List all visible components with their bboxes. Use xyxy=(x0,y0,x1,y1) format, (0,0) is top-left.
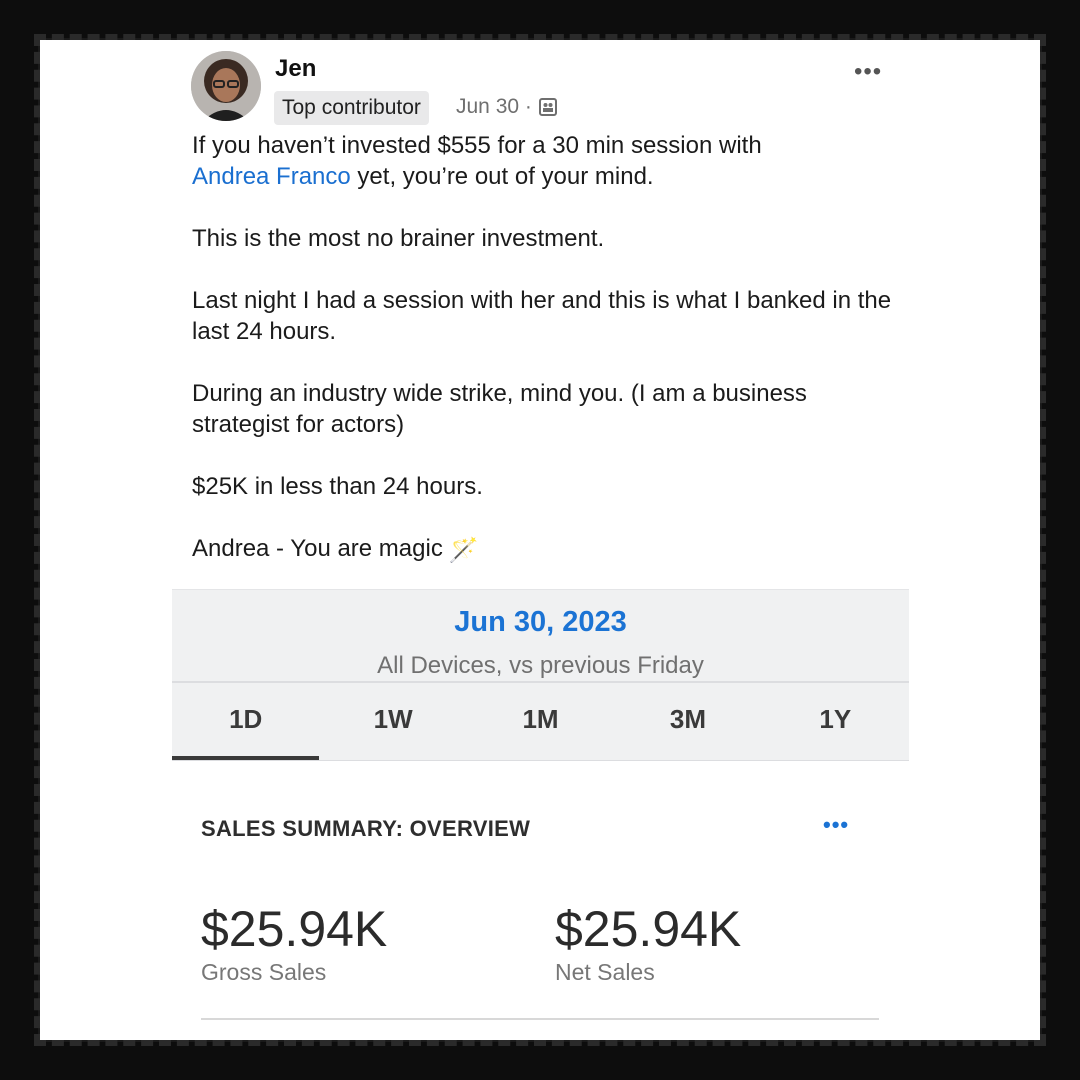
post-text: yet, you’re out of your mind. xyxy=(350,163,654,190)
tab-1y[interactable]: 1Y xyxy=(762,683,909,760)
tab-1d[interactable]: 1D xyxy=(172,683,320,760)
gross-sales-metric: $25.94K Gross Sales xyxy=(201,901,387,986)
post-date: Jun 30 · xyxy=(456,95,532,118)
net-sales-label: Net Sales xyxy=(555,959,655,985)
magic-wand-icon: 🪄 xyxy=(448,537,479,564)
mention-link[interactable]: Andrea Franco xyxy=(192,163,351,190)
post-paragraph-1: If you haven’t invested $555 for a 30 mi… xyxy=(192,130,902,192)
post-paragraph-5: $25K in less than 24 hours. xyxy=(192,473,483,500)
sales-app-screenshot: Jun 30, 2023 All Devices, vs previous Fr… xyxy=(172,581,909,1021)
range-tabs: 1D 1W 1M 3M 1Y xyxy=(172,681,909,761)
tab-3m[interactable]: 3M xyxy=(614,683,761,760)
report-subtitle: All Devices, vs previous Friday xyxy=(377,652,704,679)
net-sales-value: $25.94K xyxy=(555,901,742,957)
avatar-image xyxy=(191,51,261,121)
image-frame: Jen Top contributor Jun 30 · ••• If you … xyxy=(40,40,1040,1040)
author-avatar[interactable] xyxy=(191,51,261,121)
post-paragraph-6: Andrea - You are magic 🪄 xyxy=(192,533,902,566)
post-paragraph-4: During an industry wide strike, mind you… xyxy=(192,380,807,438)
post-paragraph-2: This is the most no brainer investment. xyxy=(192,225,605,252)
post-more-icon[interactable]: ••• xyxy=(854,58,882,86)
tab-1m[interactable]: 1M xyxy=(467,683,614,760)
post-text: If you haven’t invested $555 for a 30 mi… xyxy=(192,132,762,159)
author-name[interactable]: Jen xyxy=(275,55,316,83)
post-text: Andrea - You are magic xyxy=(192,535,443,562)
divider xyxy=(201,1018,879,1020)
post-meta: Jun 30 · xyxy=(456,95,558,119)
report-date[interactable]: Jun 30, 2023 xyxy=(172,606,909,639)
post-paragraph-3: Last night I had a session with her and … xyxy=(192,287,892,345)
gross-sales-value: $25.94K xyxy=(201,901,388,957)
group-visibility-icon xyxy=(538,98,557,116)
post-body: If you haven’t invested $555 for a 30 mi… xyxy=(192,130,902,597)
tab-1w[interactable]: 1W xyxy=(319,683,466,760)
section-title: SALES SUMMARY: OVERVIEW xyxy=(201,816,531,841)
date-header: Jun 30, 2023 All Devices, vs previous Fr… xyxy=(172,589,909,682)
section-more-icon[interactable]: ••• xyxy=(823,812,849,838)
net-sales-metric: $25.94K Net Sales xyxy=(555,901,741,986)
gross-sales-label: Gross Sales xyxy=(201,959,327,985)
top-contributor-badge: Top contributor xyxy=(274,91,429,125)
